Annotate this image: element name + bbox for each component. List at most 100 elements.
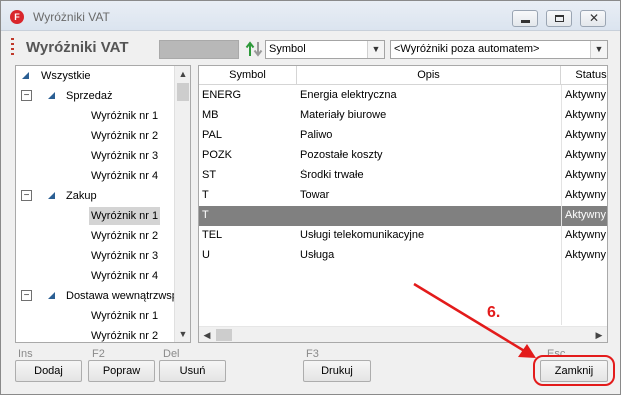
close-icon: ✕ [589,11,600,25]
column-header-opis[interactable]: Opis [297,66,561,85]
cell-status: Aktywny [565,169,606,181]
table-row[interactable]: T Towar Aktywny [199,186,607,206]
chevron-down-icon[interactable]: ▼ [367,41,384,58]
scroll-up-icon[interactable]: ▲ [175,66,190,82]
tree-item-label: Sprzedaż [66,90,113,102]
expanded-triangle-icon[interactable] [48,192,55,199]
shortcut-hint-dodaj: Ins [18,348,33,360]
vat-markers-grid[interactable]: Symbol Opis Status ENERG Energia elektryc… [198,65,608,343]
sort-field-value: Symbol [269,43,306,55]
cell-symbol: ST [202,169,217,181]
cell-symbol: PAL [202,129,222,141]
expanded-triangle-icon[interactable] [22,72,29,79]
minimize-button[interactable] [512,10,538,27]
cell-opis: Energia elektryczna [300,89,397,101]
grid-horizontal-scrollbar[interactable]: ◀ ▶ [199,326,607,342]
tree-item[interactable]: Wyróżnik nr 2 [16,326,176,342]
tree-item-label: Wyróżnik nr 2 [91,230,159,242]
expanded-triangle-icon[interactable] [48,292,55,299]
column-header-status[interactable]: Status [561,66,607,85]
collapse-toggle-icon[interactable]: − [21,190,32,201]
filter-select[interactable]: <Wyróżniki poza automatem> ▼ [390,40,608,59]
close-button[interactable]: ✕ [580,10,606,27]
tree-item[interactable]: Wyróżnik nr 1 [16,206,176,226]
tree-item[interactable]: Wszystkie [16,66,176,86]
module-title: Wyróżniki VAT [26,39,129,56]
tree-item-label: Wyróżnik nr 3 [91,250,159,262]
shortcut-hint-popraw: F2 [92,348,105,360]
table-row[interactable]: TEL Usługi telekomunikacyjne Aktywny [199,226,607,246]
tree-item[interactable]: Wyróżnik nr 2 [16,226,176,246]
table-row[interactable]: POZK Pozostałe koszty Aktywny [199,146,607,166]
chevron-down-icon[interactable]: ▼ [590,41,607,58]
table-row[interactable]: T Aktywny [199,206,607,226]
tree-item[interactable]: Wyróżnik nr 4 [16,266,176,286]
tree-item[interactable]: Wyróżnik nr 1 [16,306,176,326]
cell-symbol: MB [202,109,219,121]
expanded-triangle-icon[interactable] [48,92,55,99]
cell-status: Aktywny [565,109,606,121]
tree-item[interactable]: Wyróżnik nr 4 [16,166,176,186]
tree-item[interactable]: − Dostawa wewnątrzwsp [16,286,178,306]
cell-symbol: T [202,209,209,221]
tree-item-label: Wyróżnik nr 2 [91,330,159,342]
table-row[interactable]: MB Materiały biurowe Aktywny [199,106,607,126]
cell-opis: Środki trwałe [300,169,364,181]
cell-symbol: POZK [202,149,232,161]
tree-item-label: Wszystkie [41,70,91,82]
cell-opis: Paliwo [300,129,333,141]
search-input[interactable] [159,40,239,59]
print-button[interactable]: Drukuj [303,360,371,382]
tree-vertical-scrollbar[interactable]: ▲ ▼ [174,66,190,342]
cell-symbol: TEL [202,229,223,241]
edit-button[interactable]: Popraw [88,360,155,382]
maximize-icon [555,15,564,22]
cell-opis: Materiały biurowe [300,109,387,121]
cell-symbol: T [202,189,209,201]
tree-item[interactable]: Wyróżnik nr 3 [16,146,176,166]
cell-symbol: U [202,249,210,261]
sort-arrows-icon[interactable] [244,39,264,59]
tree-item-label: Zakup [66,190,97,202]
category-tree[interactable]: Wszystkie − Sprzedaż Wyróżnik nr 1 Wyróżnik … [15,65,191,343]
cell-status: Aktywny [565,189,606,201]
toolbar: Wyróżniki VAT Symbol ▼ <Wyróżniki poza a… [1,32,620,62]
title-bar: F Wyróżniki VAT ✕ [1,1,620,31]
cell-status: Aktywny [565,209,606,221]
tree-item-label: Wyróżnik nr 4 [91,270,159,282]
dialog-window: F Wyróżniki VAT ✕ Wyróżniki VAT Symbol ▼… [0,0,621,395]
collapse-toggle-icon[interactable]: − [21,90,32,101]
cell-status: Aktywny [565,89,606,101]
shortcut-hint-usun: Del [163,348,180,360]
tree-item-label: Wyróżnik nr 4 [91,170,159,182]
cell-status: Aktywny [565,149,606,161]
collapse-toggle-icon[interactable]: − [21,290,32,301]
cell-opis: Towar [300,189,330,201]
app-logo-icon: F [10,10,24,24]
table-row[interactable]: ENERG Energia elektryczna Aktywny [199,86,607,106]
cell-status: Aktywny [565,129,606,141]
add-button[interactable]: Dodaj [15,360,82,382]
tree-item-label: Wyróżnik nr 1 [89,207,161,225]
tree-item[interactable]: Wyróżnik nr 2 [16,126,176,146]
tree-item-label: Wyróżnik nr 3 [91,150,159,162]
table-row[interactable]: ST Środki trwałe Aktywny [199,166,607,186]
maximize-button[interactable] [546,10,572,27]
tree-item-label: Wyróżnik nr 1 [91,110,159,122]
scroll-right-icon[interactable]: ▶ [591,327,607,342]
step-number-label: 6. [487,304,501,321]
tree-item[interactable]: − Sprzedaż [16,86,176,106]
scroll-down-icon[interactable]: ▼ [175,326,190,342]
table-row[interactable]: PAL Paliwo Aktywny [199,126,607,146]
column-header-symbol[interactable]: Symbol [199,66,297,85]
scroll-left-icon[interactable]: ◀ [199,327,215,342]
table-row[interactable]: U Usługa Aktywny [199,246,607,266]
tree-item[interactable]: Wyróżnik nr 1 [16,106,176,126]
scroll-thumb[interactable] [216,329,232,341]
tree-item[interactable]: Wyróżnik nr 3 [16,246,176,266]
delete-button[interactable]: Usuń [159,360,226,382]
sort-field-select[interactable]: Symbol ▼ [265,40,385,59]
grid-header: Symbol Opis Status [199,66,607,85]
scroll-thumb[interactable] [177,83,189,101]
tree-item[interactable]: − Zakup [16,186,176,206]
